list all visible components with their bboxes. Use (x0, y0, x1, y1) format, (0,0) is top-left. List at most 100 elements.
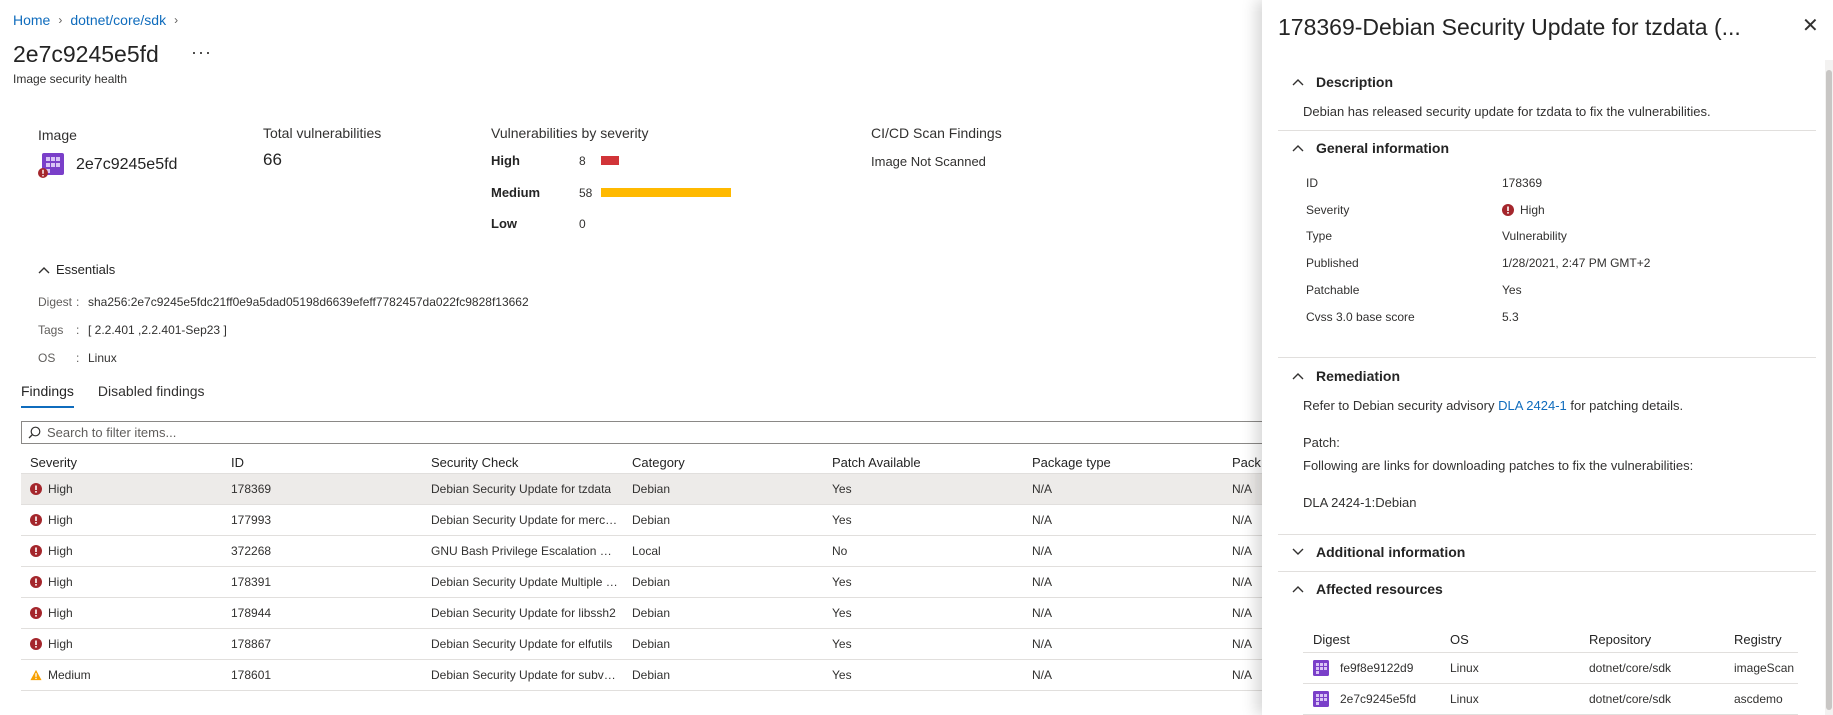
severity-text: High (48, 482, 73, 496)
chevron-up-icon (1292, 145, 1304, 152)
colon: : (76, 295, 80, 309)
package-type-cell: N/A (1032, 606, 1053, 620)
security-check-text: Debian Security Update for libssh2 (431, 606, 616, 620)
severity-count: 58 (579, 185, 593, 200)
close-icon[interactable]: ✕ (1802, 16, 1819, 36)
table-row[interactable]: fe9f8e9122d9 Linux dotnet/core/sdk imageSca… (1303, 653, 1798, 684)
panel-scrollbar-thumb[interactable] (1826, 70, 1832, 710)
image-summary: 2e7c9245e5fd (38, 151, 177, 179)
section-general-toggle[interactable]: General information (1292, 140, 1449, 156)
table-row[interactable]: High 178944 Debian Security Update for lib… (21, 598, 1262, 629)
essentials-toggle[interactable]: Essentials (38, 262, 115, 277)
section-general-title: General information (1316, 140, 1450, 156)
column-header-package-type[interactable]: Package type (1032, 452, 1232, 473)
pack-cell: N/A (1232, 637, 1253, 651)
severity-cell: High (30, 536, 230, 566)
severity-cell: High (30, 629, 230, 659)
patch-text: Following are links for downloading patc… (1303, 458, 1694, 473)
column-header-pack[interactable]: Pack (1232, 452, 1262, 473)
info-value: 5.3 (1502, 310, 1519, 324)
high-severity-icon (30, 607, 42, 619)
divider (1278, 571, 1816, 572)
filter-input[interactable] (47, 425, 1147, 440)
page-title: 2e7c9245e5fd (13, 41, 159, 67)
section-affected-toggle[interactable]: Affected resources (1292, 581, 1443, 597)
severity-name: High (491, 153, 520, 168)
info-row-type: Type Vulnerability (1306, 229, 1567, 243)
tags-key: Tags (38, 323, 64, 337)
info-value: Yes (1502, 283, 1522, 297)
security-check-cell: GNU Bash Privilege Escalation Vulnerabil… (431, 536, 621, 566)
pack-cell: N/A (1232, 544, 1253, 558)
info-key: Severity (1306, 203, 1350, 217)
column-header-registry[interactable]: Registry (1734, 626, 1798, 652)
severity-cell: High (30, 598, 230, 628)
image-label: Image (38, 127, 77, 143)
security-check-text: Debian Security Update for tzdata (431, 482, 612, 496)
info-row-published: Published 1/28/2021, 2:47 PM GMT+2 (1306, 256, 1650, 270)
severity-value: High (1520, 203, 1545, 217)
colon: : (76, 323, 80, 337)
filter-box (21, 421, 1262, 444)
high-severity-icon (30, 483, 42, 495)
pack-cell: N/A (1232, 513, 1253, 527)
findings-tabs: Findings Disabled findings (21, 383, 229, 408)
tab-findings[interactable]: Findings (21, 383, 74, 408)
column-header-security-check[interactable]: Security Check (431, 452, 621, 473)
table-row[interactable]: High 372268 GNU Bash Privilege Escalation … (21, 536, 1262, 567)
table-row[interactable]: High 178391 Debian Security Update Multipl… (21, 567, 1262, 598)
finding-details-panel: 178369-Debian Security Update for tzdata… (1262, 0, 1833, 715)
os-cell: Linux (1450, 661, 1479, 675)
breadcrumb: Home › dotnet/core/sdk › (13, 12, 186, 28)
chevron-up-icon (1292, 586, 1304, 593)
patch-label: Patch: (1303, 435, 1340, 450)
severity-bar (601, 188, 731, 197)
tab-disabled-findings[interactable]: Disabled findings (98, 383, 205, 408)
digest-key: Digest (38, 295, 73, 309)
section-remediation-toggle[interactable]: Remediation (1292, 368, 1400, 384)
table-row[interactable]: High 177993 Debian Security Update for mer… (21, 505, 1262, 536)
table-row[interactable]: High 178369 Debian Security Update for tzd… (21, 474, 1262, 505)
chevron-right-icon: › (174, 13, 179, 27)
column-header-patch-available[interactable]: Patch Available (832, 452, 1032, 473)
more-options-button[interactable]: ··· (191, 42, 212, 63)
column-header-repository[interactable]: Repository (1589, 626, 1729, 652)
column-header-os[interactable]: OS (1450, 626, 1550, 652)
table-row[interactable]: High 178867 Debian Security Update for elf… (21, 629, 1262, 660)
column-header-id[interactable]: ID (231, 452, 431, 473)
info-row-id: ID 178369 (1306, 176, 1542, 190)
package-type-cell: N/A (1032, 637, 1053, 651)
section-description-toggle[interactable]: Description (1292, 74, 1393, 90)
high-severity-icon (30, 514, 42, 526)
table-row[interactable]: 2e7c9245e5fd Linux dotnet/core/sdk ascdemo (1303, 684, 1798, 715)
breadcrumb-home-link[interactable]: Home (13, 12, 50, 28)
pack-cell: N/A (1232, 606, 1253, 620)
search-icon (28, 426, 41, 439)
info-key: Cvss 3.0 base score (1306, 310, 1415, 324)
security-check-text: Debian Security Update Multiple Packages (431, 575, 619, 589)
column-header-severity[interactable]: Severity (30, 452, 230, 473)
column-header-category[interactable]: Category (632, 452, 832, 473)
digest-text: fe9f8e9122d9 (1340, 661, 1414, 675)
info-value: 1/28/2021, 2:47 PM GMT+2 (1502, 256, 1651, 270)
panel-scrollbar[interactable] (1825, 60, 1833, 715)
section-additional-toggle[interactable]: Additional information (1292, 544, 1465, 560)
column-header-digest[interactable]: Digest (1313, 626, 1453, 652)
description-text: Debian has released security update for … (1303, 104, 1711, 119)
breadcrumb-repo-link[interactable]: dotnet/core/sdk (70, 12, 166, 28)
high-severity-icon (30, 638, 42, 650)
page-subtitle: Image security health (13, 72, 128, 86)
patch-download-link[interactable]: DLA 2424-1:Debian (1303, 495, 1416, 510)
info-row-cvss: Cvss 3.0 base score 5.3 (1306, 310, 1519, 324)
divider (1278, 357, 1816, 358)
info-key: Patchable (1306, 283, 1360, 297)
digest-text: 2e7c9245e5fd (1340, 692, 1417, 706)
table-row[interactable]: Medium 178601 Debian Security Update for s… (21, 660, 1262, 691)
advisory-link[interactable]: DLA 2424-1 (1498, 398, 1567, 413)
chevron-up-icon (38, 266, 50, 273)
info-value: 178369 (1502, 176, 1543, 190)
image-name: 2e7c9245e5fd (76, 156, 178, 173)
info-key: Published (1306, 256, 1359, 270)
info-value: Vulnerability (1502, 229, 1567, 243)
security-check-cell: Debian Security Update for subversion (431, 660, 621, 690)
